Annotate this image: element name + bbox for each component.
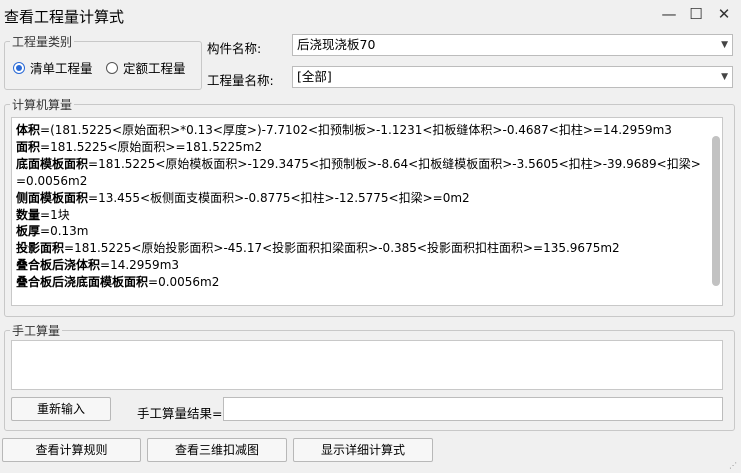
calc-line: 底面模板面积=181.5225<原始模板面积>-129.3475<扣预制板>-8…: [16, 156, 702, 190]
scrollbar-thumb[interactable]: [712, 136, 720, 286]
calc-line-name: 体积: [16, 123, 41, 137]
calc-line: 叠合板后浇底面模板面积=0.0056m2: [16, 274, 702, 291]
manual-result-field[interactable]: [223, 397, 723, 421]
radio-label: 清单工程量: [30, 61, 93, 76]
computer-calc-area[interactable]: 体积=(181.5225<原始面积>*0.13<厚度>)-7.7102<扣预制板…: [11, 117, 723, 306]
calc-line-expr: =181.5225<原始模板面积>-129.3475<扣预制板>-8.64<扣板…: [16, 156, 701, 188]
calc-line: 投影面积=181.5225<原始投影面积>-45.17<投影面积扣梁面积>-0.…: [16, 240, 702, 257]
radio-selected-icon: [13, 61, 25, 74]
calc-line-expr: =181.5225<原始面积>=181.5225m2: [40, 139, 263, 154]
radio-label: 定额工程量: [123, 61, 186, 76]
quantity-value: [全部]: [297, 69, 332, 84]
calc-line-expr: =13.455<板侧面支模面积>-0.8775<扣柱>-12.5775<扣梁>=…: [88, 190, 470, 205]
calc-text: 体积=(181.5225<原始面积>*0.13<厚度>)-7.7102<扣预制板…: [16, 122, 702, 291]
calc-line: 板厚=0.13m: [16, 223, 702, 240]
calc-line-expr: =181.5225<原始投影面积>-45.17<投影面积扣梁面积>-0.385<…: [64, 241, 620, 256]
calc-line: 侧面模板面积=13.455<板侧面支模面积>-0.8775<扣柱>-12.577…: [16, 190, 702, 207]
manual-result-label: 手工算量结果=: [137, 406, 223, 421]
calc-line-expr: =14.2959m3: [100, 258, 180, 273]
calc-line-name: 侧面模板面积: [16, 190, 89, 205]
resize-grip-icon[interactable]: ⋰: [729, 461, 739, 471]
minimize-icon[interactable]: —: [658, 4, 680, 24]
radio-unselected-icon: [106, 61, 118, 74]
category-legend: 工程量类别: [10, 33, 75, 50]
component-label: 构件名称:: [207, 41, 262, 56]
calc-line-expr: =(181.5225<原始面积>*0.13<厚度>)-7.7102<扣预制板>-…: [40, 123, 672, 137]
view-3d-deduction-button[interactable]: 查看三维扣减图: [147, 438, 287, 462]
computer-legend: 计算机算量: [10, 96, 75, 113]
component-value: 后浇现浇板70: [297, 37, 376, 52]
quantity-label: 工程量名称:: [207, 73, 274, 88]
calc-line-name: 底面模板面积: [16, 156, 89, 171]
calc-line-expr: =1块: [40, 207, 70, 222]
quantity-select[interactable]: [全部] ▼: [292, 66, 733, 88]
calc-line: 面积=181.5225<原始面积>=181.5225m2: [16, 139, 702, 156]
show-detail-button[interactable]: 显示详细计算式: [293, 438, 433, 462]
manual-legend: 手工算量: [10, 322, 63, 339]
radio-quota-quantity[interactable]: 定额工程量: [106, 58, 186, 77]
chevron-down-icon: ▼: [721, 40, 728, 50]
component-select[interactable]: 后浇现浇板70 ▼: [292, 34, 733, 56]
calc-line-name: 叠合板后浇体积: [16, 258, 101, 273]
chevron-down-icon: ▼: [721, 72, 728, 82]
calc-line-expr: =0.0056m2: [148, 275, 220, 290]
radio-bill-quantity[interactable]: 清单工程量: [13, 58, 93, 77]
calc-line-expr: =0.13m: [40, 224, 89, 239]
calc-line: 体积=(181.5225<原始面积>*0.13<厚度>)-7.7102<扣预制板…: [16, 122, 702, 139]
view-rules-button[interactable]: 查看计算规则: [2, 438, 141, 462]
close-icon[interactable]: ✕: [713, 4, 735, 24]
calc-line: 叠合板后浇体积=14.2959m3: [16, 257, 702, 274]
manual-input-area[interactable]: [11, 340, 723, 390]
maximize-icon[interactable]: ☐: [685, 4, 707, 24]
window-title: 查看工程量计算式: [4, 8, 125, 26]
calc-line: 数量=1块: [16, 207, 702, 224]
reinput-button[interactable]: 重新输入: [11, 397, 111, 421]
calc-line-name: 投影面积: [16, 241, 65, 256]
calc-line-name: 板厚: [16, 224, 41, 239]
calc-line-name: 数量: [16, 207, 41, 222]
calc-line-name: 面积: [16, 139, 41, 154]
calc-line-name: 叠合板后浇底面模板面积: [16, 275, 149, 290]
